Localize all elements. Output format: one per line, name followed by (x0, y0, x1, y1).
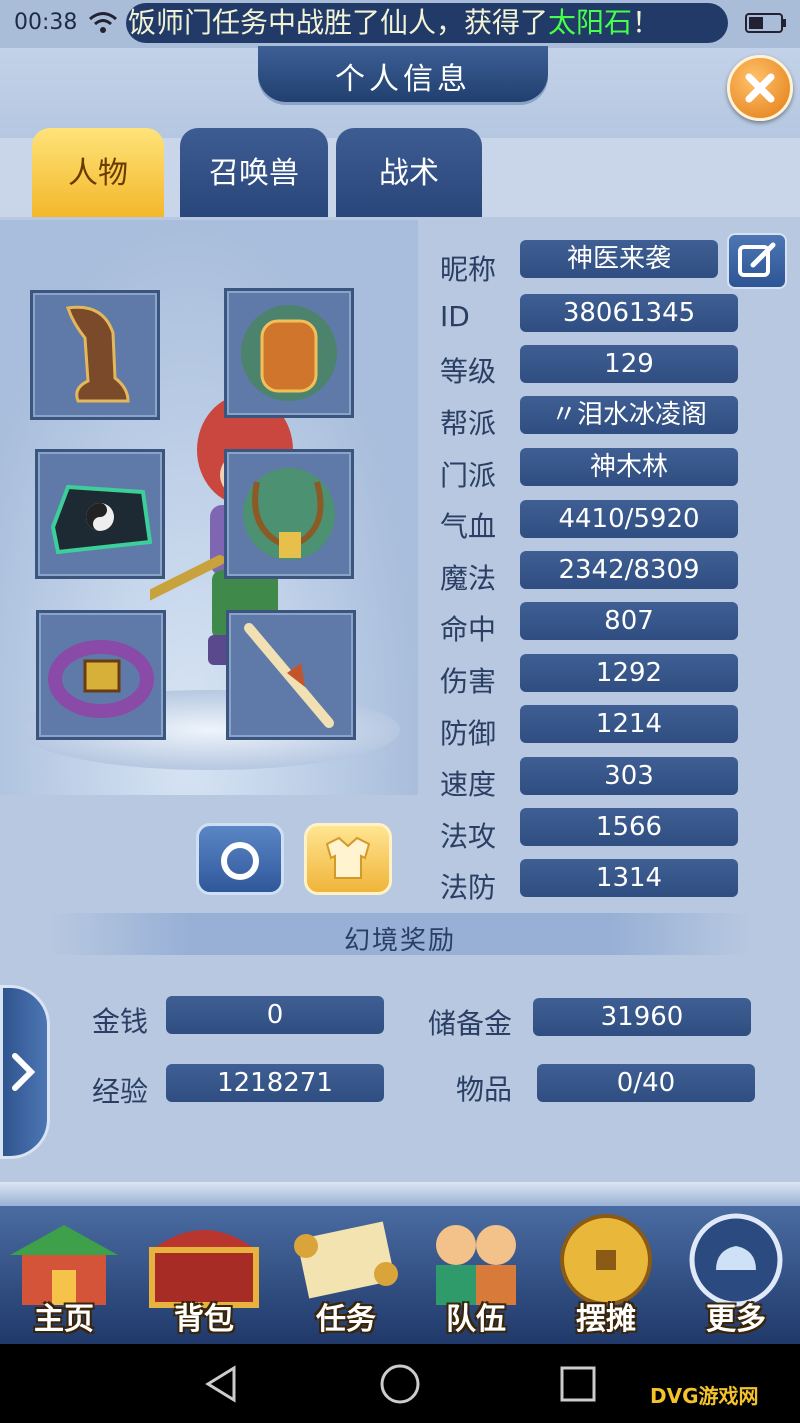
tab-pet[interactable]: 召唤兽 (180, 128, 328, 218)
stat-value: 2342/8309 (520, 551, 738, 589)
stat-value: 1566 (520, 808, 738, 846)
nav-home[interactable]: 主页 (0, 1210, 128, 1342)
battery-icon (745, 13, 786, 33)
nav-stall-label: 摆摊 (576, 1302, 636, 1337)
edit-icon (738, 242, 776, 277)
stat-label: 等级 (440, 355, 497, 388)
exp-label: 经验 (92, 1075, 149, 1108)
stat-value: 神木林 (520, 448, 738, 486)
gold-value: 0 (166, 996, 384, 1034)
stat-label: ID (440, 300, 470, 333)
back-icon[interactable] (200, 1362, 244, 1406)
stat-label: 门派 (440, 459, 497, 492)
wifi-icon (89, 12, 117, 33)
equipment-slot-boots[interactable] (30, 290, 160, 420)
nav-more[interactable]: 更多 (672, 1210, 800, 1342)
outfit-button[interactable] (304, 823, 392, 895)
nav-bag[interactable]: 背包 (140, 1210, 268, 1342)
nav-home-label: 主页 (34, 1302, 94, 1337)
reward-title: 幻境奖励 (343, 926, 456, 956)
belt-icon (48, 640, 154, 718)
reserve-value: 31960 (533, 998, 751, 1036)
marquee-suffix: ！ (632, 6, 661, 39)
home-circle-icon[interactable] (378, 1362, 422, 1406)
stat-label: 防御 (440, 717, 497, 750)
stat-value: 1292 (520, 654, 738, 692)
stat-value: 807 (520, 602, 738, 640)
equipment-slot-armor[interactable] (224, 288, 354, 418)
nav-stall[interactable]: 摆摊 (542, 1210, 670, 1342)
stat-label: 法攻 (440, 820, 497, 853)
stat-value: 38061345 (520, 294, 738, 332)
stat-label: 命中 (440, 613, 497, 646)
nav-team-label: 队伍 (446, 1302, 506, 1337)
marquee-highlight: 太阳石 (548, 6, 633, 39)
status-time: 00:38 (14, 10, 78, 35)
nav-team[interactable]: 队伍 (412, 1210, 540, 1342)
nav-more-label: 更多 (706, 1302, 766, 1337)
stat-label: 帮派 (440, 407, 497, 440)
hat-icon (50, 484, 153, 555)
necklace-icon (243, 468, 335, 560)
close-button[interactable] (727, 55, 793, 121)
system-message-marquee: 饭师门任务中战胜了仙人，获得了太阳石！ (126, 3, 728, 43)
nav-bag-label: 背包 (174, 1302, 234, 1337)
stat-label: 魔法 (440, 562, 497, 595)
stat-label: 气血 (440, 510, 497, 543)
stat-value: 303 (520, 757, 738, 795)
stat-value: 1214 (520, 705, 738, 743)
marquee-text: 饭师门任务中战胜了仙人，获得了 (128, 6, 549, 39)
equipment-slot-weapon[interactable] (226, 610, 356, 740)
tab-tactics[interactable]: 战术 (336, 128, 482, 218)
watermark: DVG游戏网 (650, 1384, 759, 1408)
ring-icon (221, 842, 259, 880)
stat-value: 1314 (520, 859, 738, 897)
ring-button[interactable] (196, 823, 284, 895)
items-label: 物品 (456, 1073, 513, 1106)
stat-label: 速度 (440, 768, 497, 801)
nav-quest-label: 任务 (316, 1302, 376, 1337)
nav-quest[interactable]: 任务 (282, 1210, 410, 1342)
stat-value: 〃泪水冰凌阁 (520, 396, 738, 434)
edit-nickname-button[interactable] (727, 233, 787, 289)
stat-value: 4410/5920 (520, 500, 738, 538)
stat-value: 129 (520, 345, 738, 383)
equipment-slot-hat[interactable] (35, 449, 165, 579)
side-expand-tab[interactable] (0, 985, 50, 1159)
items-value: 0/40 (537, 1064, 755, 1102)
stat-label: 伤害 (440, 665, 497, 698)
stat-value: 神医来袭 (520, 240, 718, 278)
weapon-icon (244, 623, 334, 728)
gold-label: 金钱 (92, 1005, 149, 1038)
armor-icon (241, 305, 337, 401)
page-title: 个人信息 (335, 62, 471, 97)
equipment-slot-necklace[interactable] (224, 449, 354, 579)
stat-label: 昵称 (440, 253, 497, 286)
reserve-label: 储备金 (428, 1007, 513, 1040)
boots-icon (66, 305, 130, 403)
tab-character[interactable]: 人物 (32, 128, 164, 218)
exp-value: 1218271 (166, 1064, 384, 1102)
chevron-right-icon (12, 1053, 36, 1091)
stat-label: 法防 (440, 871, 497, 904)
close-icon (745, 73, 775, 103)
armor-outfit-icon (325, 836, 371, 879)
equipment-slot-belt[interactable] (36, 610, 166, 740)
recents-icon[interactable] (556, 1362, 600, 1406)
